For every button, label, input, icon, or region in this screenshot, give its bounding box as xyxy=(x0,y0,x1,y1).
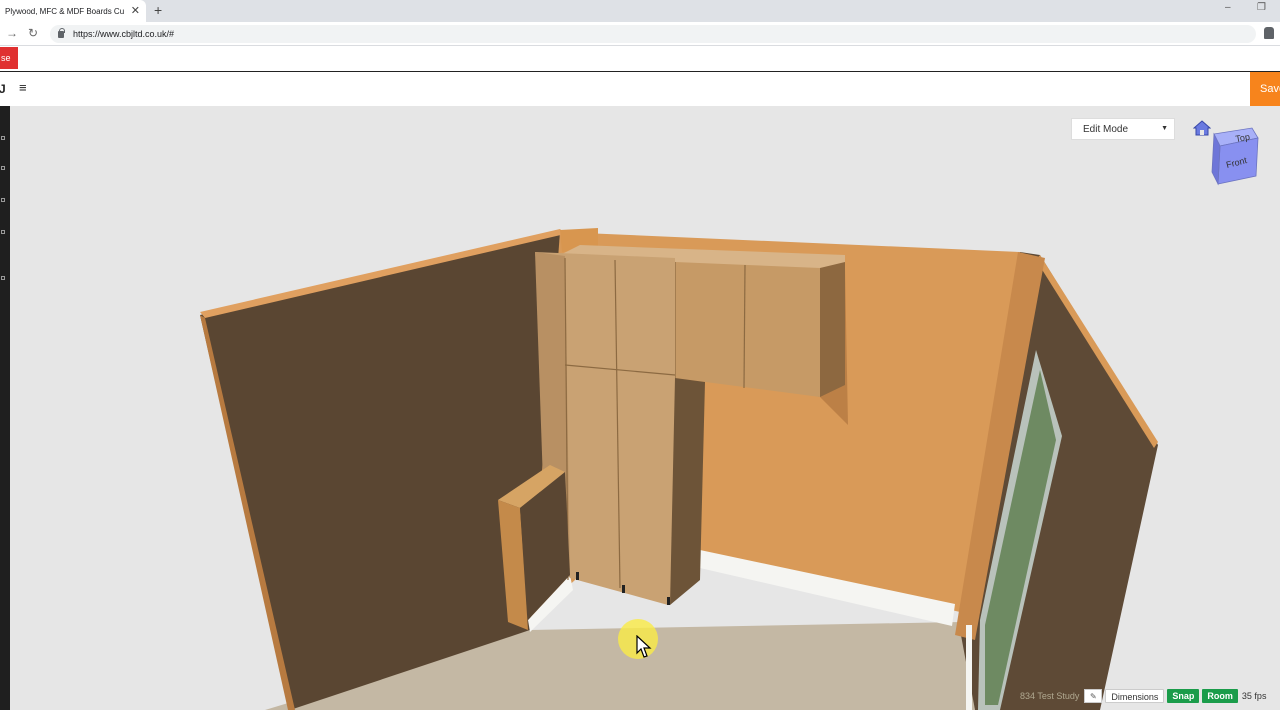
dimensions-toggle[interactable]: Dimensions xyxy=(1105,689,1165,703)
mode-select[interactable]: Edit Mode ▼ xyxy=(1071,118,1175,140)
tab-title: Plywood, MFC & MDF Boards Cu xyxy=(5,6,125,16)
room-toggle[interactable]: Room xyxy=(1202,689,1238,703)
forward-icon[interactable]: → xyxy=(6,26,18,40)
left-toolbar xyxy=(0,106,10,710)
wall-cabinet-front xyxy=(675,255,845,397)
browser-tabstrip: Plywood, MFC & MDF Boards Cu ✕ + – ❐ xyxy=(0,0,1280,22)
snap-toggle[interactable]: Snap xyxy=(1167,689,1200,703)
3d-viewport[interactable]: Edit Mode ▼ Top Front 834 Test Study ✎ D… xyxy=(0,106,1280,710)
tool-icon[interactable] xyxy=(1,198,5,202)
tool-icon[interactable] xyxy=(1,276,5,280)
pencil-icon[interactable]: ✎ xyxy=(1084,689,1103,703)
url-text: https://www.cbjltd.co.uk/# xyxy=(73,29,175,39)
room-name: 834 Test Study xyxy=(1020,691,1080,701)
close-designer-button[interactable]: se xyxy=(0,47,18,69)
address-bar: → ↻ https://www.cbjltd.co.uk/# xyxy=(0,22,1280,46)
view-cube[interactable]: Top Front xyxy=(1200,124,1262,186)
reload-icon[interactable]: ↻ xyxy=(28,26,38,40)
browser-tab[interactable]: Plywood, MFC & MDF Boards Cu ✕ xyxy=(0,0,146,22)
new-tab-button[interactable]: + xyxy=(154,2,162,18)
tool-icon[interactable] xyxy=(1,230,5,234)
chevron-down-icon: ▼ xyxy=(1161,125,1168,132)
page-bottom xyxy=(0,710,1280,720)
status-bar: 834 Test Study ✎ Dimensions Snap Room 35… xyxy=(1020,688,1266,704)
tool-icon[interactable] xyxy=(1,166,5,170)
tall-cabinet-shade xyxy=(670,378,705,605)
hamburger-menu-icon[interactable]: ≡ xyxy=(19,80,27,95)
tool-icon[interactable] xyxy=(1,136,5,140)
mouse-cursor-icon xyxy=(636,635,652,658)
mode-select-value: Edit Mode xyxy=(1083,123,1129,135)
save-button[interactable]: Save xyxy=(1250,72,1280,106)
tab-close-icon[interactable]: ✕ xyxy=(131,4,140,17)
site-toolbar: J ≡ Save xyxy=(0,72,1280,106)
lock-icon xyxy=(58,27,65,38)
url-field[interactable]: https://www.cbjltd.co.uk/# xyxy=(50,25,1256,43)
fps-counter: 35 fps xyxy=(1241,691,1267,701)
minimize-icon[interactable]: – xyxy=(1225,2,1231,13)
wall-cabinet-side xyxy=(820,262,845,397)
site-logo: J xyxy=(0,82,6,96)
skirting-right xyxy=(966,625,972,710)
site-topbar: se xyxy=(0,46,1280,72)
profile-icon[interactable] xyxy=(1264,27,1274,39)
restore-icon[interactable]: ❐ xyxy=(1257,2,1266,13)
